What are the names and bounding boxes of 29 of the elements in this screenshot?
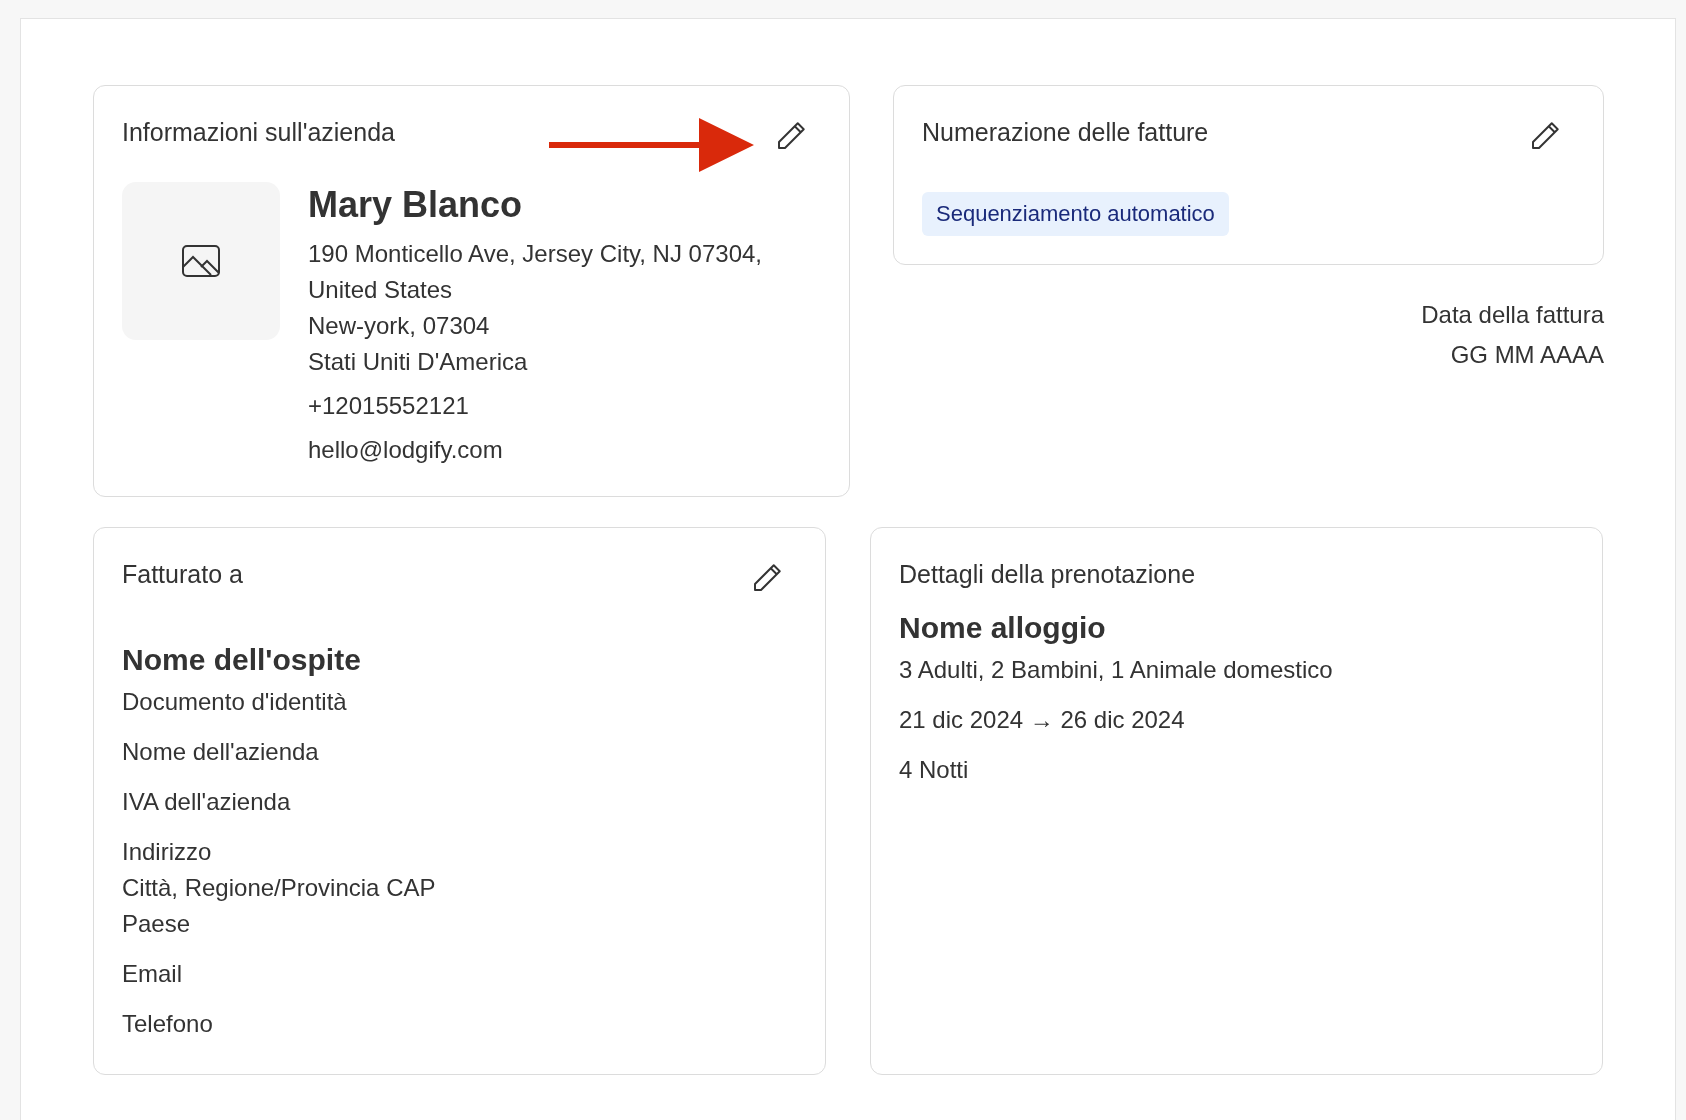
sequencing-tag: Sequenziamento automatico [922, 192, 1229, 236]
email-address: hello@lodgify.com [308, 435, 504, 465]
arrow-icon [549, 118, 754, 172]
card-title: Numerazione delle fatture [922, 117, 1209, 148]
billing-field: Nome dell'azienda [122, 734, 797, 770]
card-title: Fatturato a [122, 559, 243, 590]
billing-field: Documento d'identità [122, 684, 797, 720]
nights-count: 4 Notti [899, 755, 970, 785]
phone-number: +12015552121 [308, 391, 470, 421]
billing-address-line: Indirizzo [122, 837, 213, 867]
image-icon [182, 245, 220, 277]
billing-address-line: Paese [122, 909, 192, 939]
billing-address-line: Città, Regione/Provincia CAP [122, 873, 437, 903]
property-name: Nome alloggio [899, 610, 1107, 646]
billing-field: Email [122, 956, 797, 992]
invoice-date-label: Data della fattura [1421, 300, 1604, 330]
invoice-date-format: GG MM AAAA [1450, 340, 1604, 370]
billing-field: IVA dell'azienda [122, 784, 797, 820]
address-line: United States [308, 275, 454, 305]
address-line: Stati Uniti D'America [308, 347, 529, 377]
company-name: Mary Blanco [308, 183, 524, 227]
address-line: New-york, 07304 [308, 311, 491, 341]
address-line: 190 Monticello Ave, Jersey City, NJ 07304, [308, 239, 762, 269]
card-title: Informazioni sull'azienda [122, 117, 395, 148]
guest-name: Nome dell'ospite [122, 642, 362, 678]
stay-dates: 21 dic 2024 → 26 dic 2024 [899, 705, 1186, 735]
card-title: Dettagli della prenotazione [899, 559, 1197, 590]
billing-field: Telefono [122, 1006, 797, 1042]
guest-count: 3 Adulti, 2 Bambini, 1 Animale domestico [899, 655, 1334, 685]
